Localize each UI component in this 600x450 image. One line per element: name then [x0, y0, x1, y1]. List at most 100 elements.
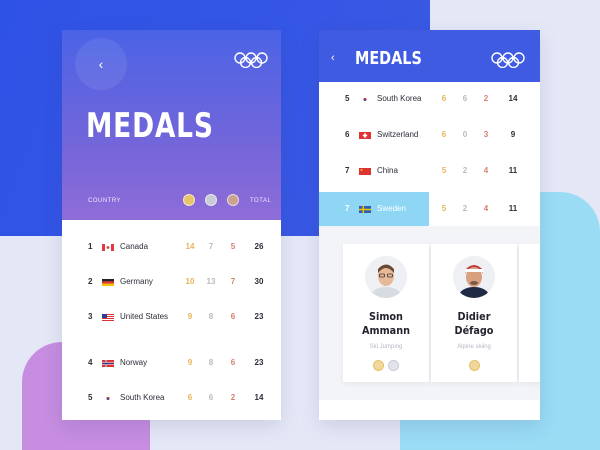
silver-count: 2	[462, 204, 468, 213]
total-count: 11	[508, 166, 518, 175]
avatar	[453, 256, 495, 298]
rank: 7	[345, 166, 350, 175]
total-count: 14	[254, 393, 264, 402]
ranking-list: 5 South Korea 6 6 2 14 6 Switzerland 6 0…	[319, 82, 540, 192]
country-name: United States	[120, 312, 169, 321]
rank: 5	[345, 94, 350, 103]
silver-count: 6	[462, 94, 468, 103]
gold-medal-icon	[183, 194, 195, 206]
country-name: South Korea	[377, 94, 422, 103]
total-count: 26	[254, 242, 264, 251]
page-title: MEDALS	[86, 106, 214, 146]
country-name: Norway	[120, 358, 148, 367]
athlete-name: Didier Défago	[436, 310, 512, 338]
south-korea-flag-icon	[102, 395, 114, 402]
country-name: Germany	[120, 277, 153, 286]
rank: 4	[88, 358, 93, 367]
country-name: Canada	[120, 242, 149, 251]
bronze-count: 2	[230, 393, 236, 402]
silver-count: 8	[208, 312, 214, 321]
rank: 1	[88, 242, 93, 251]
athlete-carousel[interactable]: Simon Ammann Ski Jumping Didier Défago A…	[319, 226, 540, 420]
country-column-label: COUNTRY	[88, 198, 122, 204]
total-count: 30	[254, 277, 264, 286]
south-korea-flag-icon	[359, 96, 371, 103]
athlete-card[interactable]: Didier Défago Alpine skiing	[431, 244, 517, 382]
athlete-card-partial[interactable]	[519, 244, 540, 382]
athlete-sport: Alpine skiing	[457, 344, 491, 350]
silver-medal-icon	[205, 194, 217, 206]
bronze-count: 3	[483, 130, 489, 139]
gold-medal-icon	[373, 360, 384, 371]
rank: 6	[345, 130, 350, 139]
selection-highlight	[319, 192, 429, 226]
bronze-count: 4	[483, 166, 489, 175]
total-count: 9	[510, 130, 516, 139]
rank: 5	[88, 393, 93, 402]
united-states-flag-icon	[102, 314, 114, 321]
back-chevron-icon: ‹	[98, 56, 104, 72]
silver-count: 8	[208, 358, 214, 367]
gold-count: 14	[185, 242, 195, 251]
gold-count: 6	[441, 94, 447, 103]
table-row[interactable]: 6 Switzerland 6 0 3 9	[319, 118, 540, 152]
bronze-medal-icon	[227, 194, 239, 206]
total-count: 14	[508, 94, 518, 103]
rank: 2	[88, 277, 93, 286]
switzerland-flag-icon	[359, 132, 371, 139]
country-name: China	[377, 166, 398, 175]
silver-count: 2	[462, 166, 468, 175]
medals-card-right: ‹ MEDALS 5 South Korea 6 6 2 14 6 Switze…	[319, 30, 540, 420]
gold-count: 9	[187, 312, 193, 321]
back-button[interactable]: ‹	[75, 38, 127, 90]
athlete-first-name: Didier	[457, 310, 491, 323]
norway-flag-icon	[102, 360, 114, 367]
olympic-rings-icon	[491, 52, 525, 68]
gold-count: 5	[441, 204, 447, 213]
right-header: ‹ MEDALS	[319, 30, 540, 82]
germany-flag-icon	[102, 279, 114, 286]
rank: 7	[345, 204, 350, 213]
table-row[interactable]: 1 Canada 14 7 5 26	[62, 230, 281, 264]
bronze-count: 7	[230, 277, 236, 286]
table-row[interactable]: 3 United States 9 8 6 23	[62, 300, 281, 334]
page-title: MEDALS	[355, 48, 422, 69]
total-count: 23	[254, 358, 264, 367]
bronze-count: 5	[230, 242, 236, 251]
bronze-count: 2	[483, 94, 489, 103]
column-labels: COUNTRY TOTAL	[62, 194, 281, 221]
bronze-count: 6	[230, 312, 236, 321]
total-count: 11	[508, 204, 518, 213]
silver-count: 13	[206, 277, 216, 286]
gold-count: 6	[187, 393, 193, 402]
selected-table-row[interactable]: 7 Sweden 5 2 4 11	[319, 192, 540, 226]
table-row[interactable]: 7 China 5 2 4 11	[319, 154, 540, 188]
country-name: South Korea	[120, 393, 165, 402]
athlete-last-name: Ammann	[362, 324, 410, 337]
gold-count: 9	[187, 358, 193, 367]
silver-count: 0	[462, 130, 468, 139]
total-column-label: TOTAL	[250, 198, 272, 204]
medals-card-left: ‹ MEDALS COUNTRY TOTAL 1 Canada 14 7 5 2…	[62, 30, 281, 420]
bronze-count: 6	[230, 358, 236, 367]
table-row[interactable]: 4 Norway 9 8 6 23	[62, 346, 281, 380]
athlete-card[interactable]: Simon Ammann Ski Jumping	[343, 244, 429, 382]
silver-medal-icon	[388, 360, 399, 371]
back-chevron-icon[interactable]: ‹	[331, 52, 335, 64]
bottom-strip	[319, 400, 540, 420]
bronze-count: 4	[483, 204, 489, 213]
table-row[interactable]: 2 Germany 10 13 7 30	[62, 265, 281, 299]
silver-count: 6	[208, 393, 214, 402]
left-header: ‹ MEDALS COUNTRY TOTAL	[62, 30, 281, 220]
total-count: 23	[254, 312, 264, 321]
athlete-first-name: Simon	[369, 310, 403, 323]
china-flag-icon	[359, 168, 371, 175]
gold-medal-icon	[469, 360, 480, 371]
athlete-sport: Ski Jumping	[369, 344, 403, 350]
table-row[interactable]: 5 South Korea 6 6 2 14	[62, 381, 281, 415]
table-row[interactable]: 5 South Korea 6 6 2 14	[319, 82, 540, 116]
silver-count: 7	[208, 242, 214, 251]
olympic-rings-icon	[234, 52, 268, 68]
gold-count: 5	[441, 166, 447, 175]
athlete-last-name: Défago	[454, 324, 494, 337]
